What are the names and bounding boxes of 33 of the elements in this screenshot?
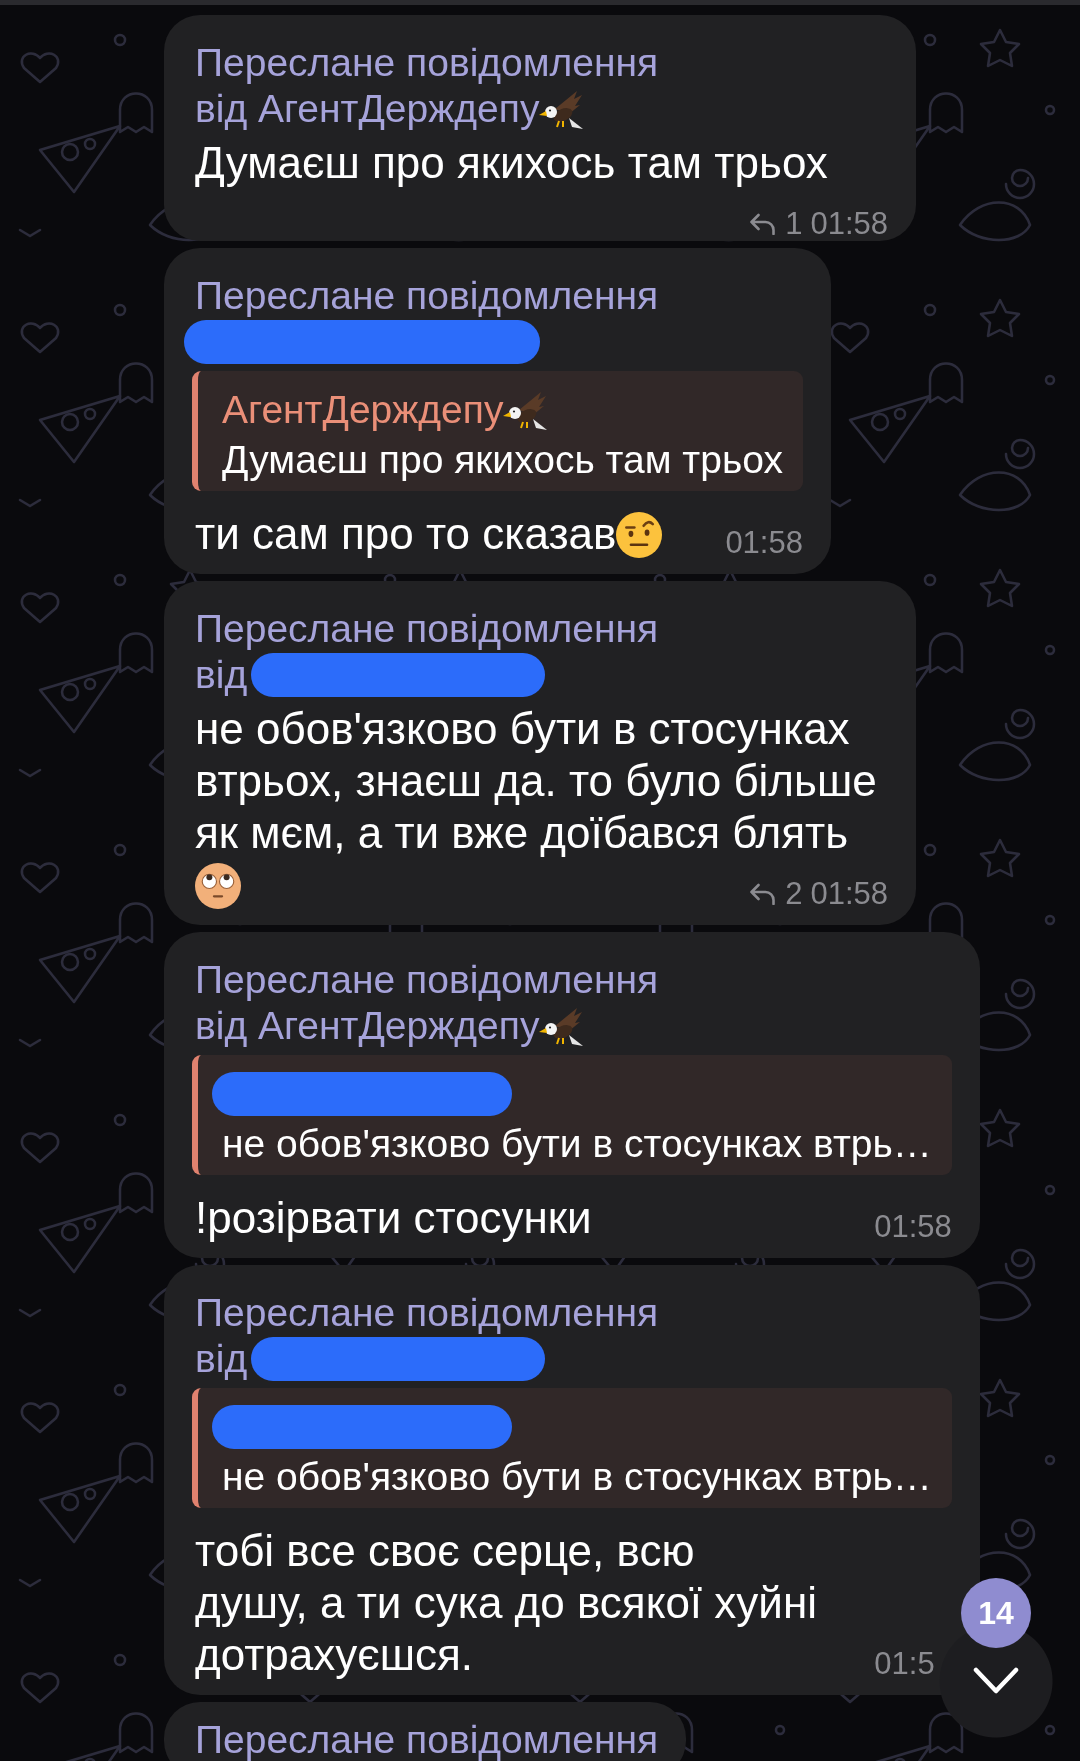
message-time: 01:58 (810, 206, 888, 242)
raised-eyebrow-face-icon (616, 512, 663, 558)
forwarded-label: Переслане повідомлення (195, 1290, 660, 1336)
forward-sender: від АгентДерждепу (195, 86, 540, 132)
message-text: ти сам про то сказав (195, 509, 617, 558)
message-time: 01:5 (874, 1646, 936, 1682)
quote-text: не обов'язково бути в стосунках втрь… (222, 1454, 932, 1500)
forward-sender: від (195, 1336, 248, 1382)
eye-roll-face-icon (195, 863, 241, 909)
message-time: 01:58 (725, 525, 803, 561)
forwarded-label: Переслане повідомлення (195, 957, 660, 1003)
forwarded-label: Переслане повідомлення (195, 40, 660, 86)
reply-count: 2 (785, 876, 803, 912)
scroll-down-button[interactable]: 14 (939, 1578, 1053, 1738)
unread-count-badge: 14 (961, 1578, 1031, 1648)
forward-sender: від АгентДерждепу (195, 1003, 540, 1049)
quote-text: не обов'язково бути в стосунках втрь… (222, 1121, 932, 1167)
reply-arrow-icon (748, 883, 778, 905)
message-text: не обов'язково бути в стосунках втрьох, знаєш да. то було більше як мєм, а ти вже доїбався блять (195, 704, 877, 857)
chevron-down-icon (973, 1667, 1019, 1695)
message-text: Думаєш про якихось там трьох (195, 138, 828, 187)
forwarded-label: Переслане повідомлення (195, 606, 660, 652)
message-text: !розірвати стосунки (195, 1193, 592, 1242)
forwarded-label: Переслане повідомлення (195, 273, 660, 319)
message-time: 01:58 (874, 1209, 952, 1245)
reply-arrow-icon (748, 213, 778, 235)
forward-sender: від (195, 652, 248, 698)
quote-text: Думаєш про якихось там трьох (222, 437, 783, 483)
message-time: 01:58 (810, 876, 888, 912)
message-text: тобі все своє серце, всю душу, а ти сука до всякої хуйні дотрахуєшся. (195, 1526, 817, 1679)
quote-author: АгентДерждепу (222, 387, 504, 433)
reply-count: 1 (785, 206, 803, 242)
forwarded-label: Переслане повідомлення (195, 1717, 659, 1761)
